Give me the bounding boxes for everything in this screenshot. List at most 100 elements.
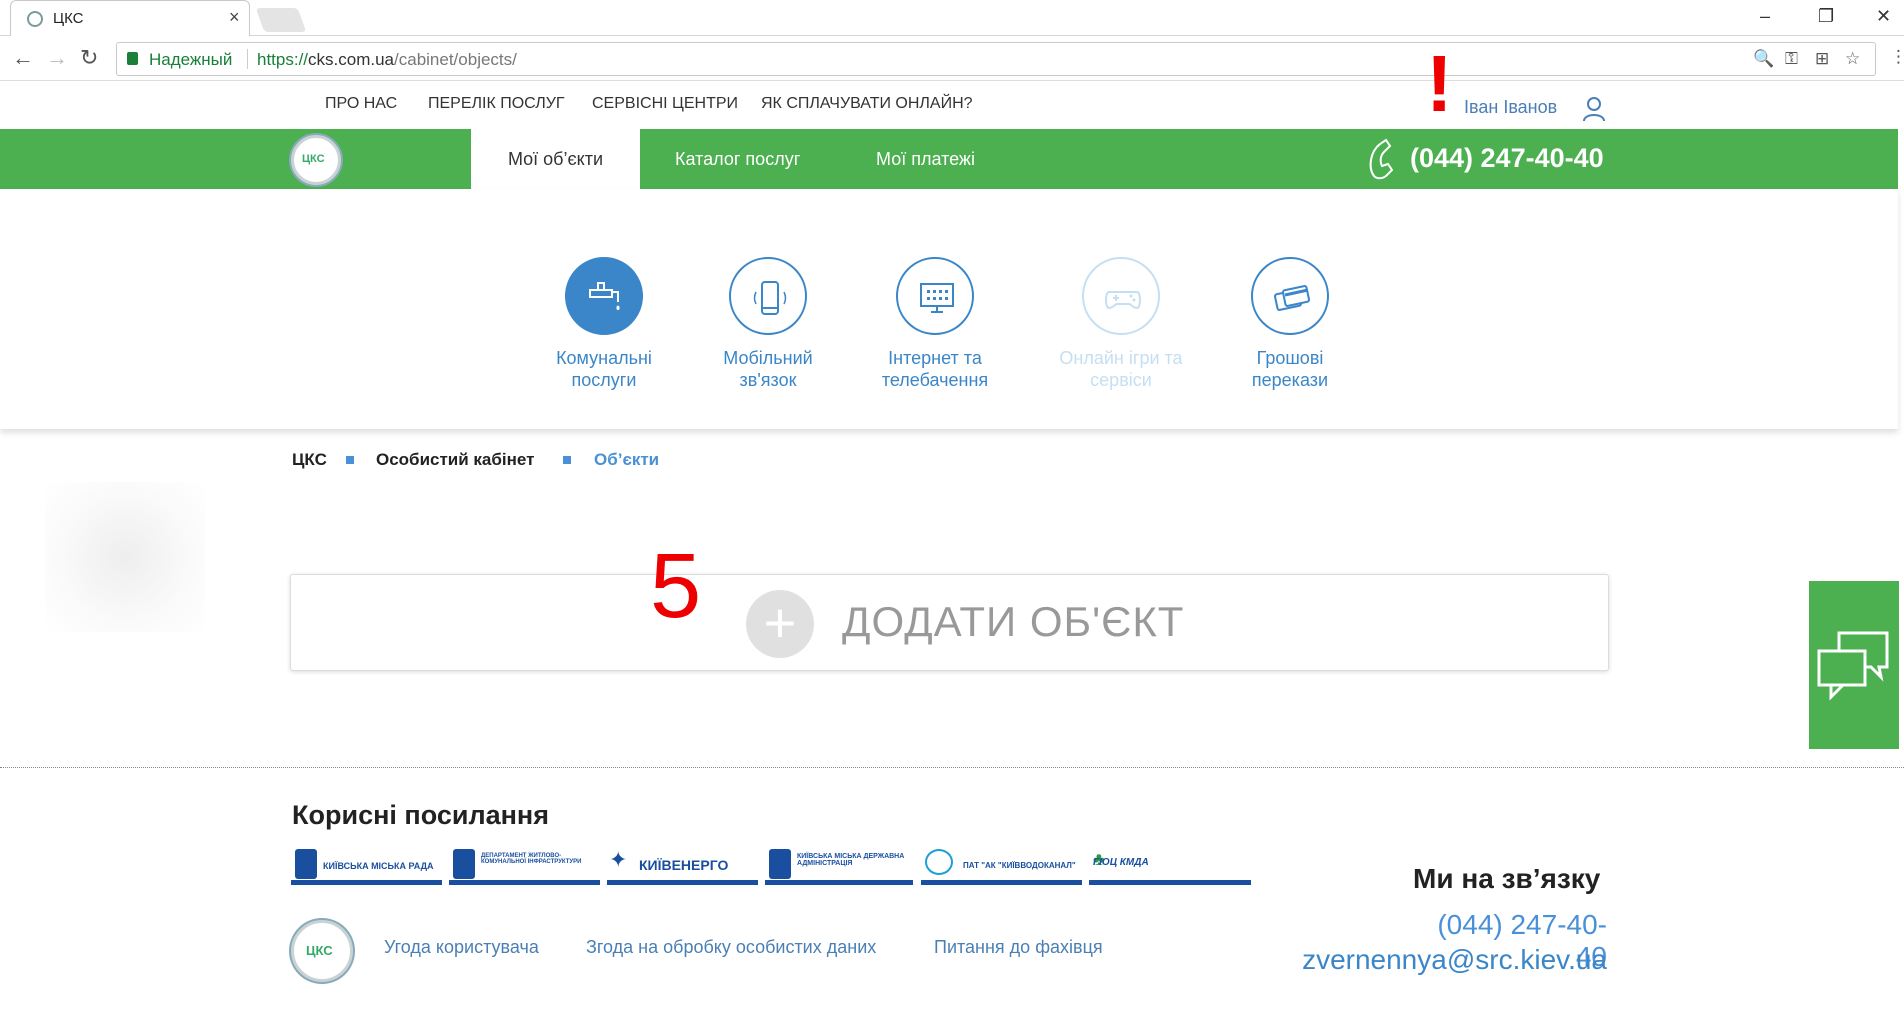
category-mobile-circle (729, 257, 807, 335)
menu-service-centers[interactable]: СЕРВІСНІ ЦЕНТРИ (592, 95, 738, 113)
link-user-agreement[interactable]: Угода користувача (384, 937, 539, 958)
partner-label: ГІОЦ КМДА (1093, 857, 1149, 868)
tab-close-icon[interactable]: × (229, 7, 240, 28)
restore-icon[interactable]: ❐ (1818, 6, 1834, 27)
bookmark-star-icon[interactable]: ☆ (1845, 49, 1860, 69)
url-text[interactable]: https://cks.com.ua/cabinet/objects/ (257, 50, 517, 70)
site-logo[interactable]: ЦКС (291, 135, 341, 185)
footer-logo[interactable]: ЦКС (291, 920, 353, 982)
partner-label: ПАТ "АК "КИЇВВОДОКАНАЛ" (963, 861, 1076, 870)
category-mobile-label-1: Мобільний (723, 348, 813, 368)
monitor-icon (920, 283, 954, 313)
category-money-transfers-circle (1251, 257, 1329, 335)
address-bar[interactable]: Надежный https://cks.com.ua/cabinet/obje… (116, 42, 1876, 76)
menu-services-list[interactable]: ПЕРЕЛІК ПОСЛУГ (428, 95, 565, 113)
omnibox-separator (247, 49, 248, 69)
url-host: cks.com.ua (308, 50, 395, 69)
zoom-icon[interactable]: 🔍 (1753, 49, 1774, 69)
contact-title: Ми на зв’язку (1413, 863, 1601, 894)
tab-my-payments[interactable]: Мої платежі (876, 129, 975, 189)
partner-housing-department[interactable]: ДЕПАРТАМЕНТ ЖИТЛОВО-КОМУНАЛЬНОЇ ІНФРАСТР… (449, 847, 600, 885)
breadcrumb-home[interactable]: ЦКС (292, 450, 327, 470)
back-icon[interactable]: ← (12, 45, 34, 71)
url-path: /cabinet/objects/ (394, 50, 517, 69)
plus-icon[interactable]: + (746, 590, 814, 658)
reload-icon[interactable]: ↻ (80, 45, 98, 71)
new-tab-button[interactable] (255, 8, 307, 32)
tab-my-objects[interactable]: Мої об’єкти (471, 129, 640, 189)
category-money-transfers[interactable]: Грошові перекази (1215, 257, 1365, 391)
smartphone-icon (753, 281, 787, 315)
menu-about[interactable]: ПРО НАС (325, 95, 397, 113)
footer-logo-text: ЦКС (306, 943, 333, 958)
user-name-link[interactable]: Іван Іванов (1464, 97, 1557, 118)
phone-icon (1369, 138, 1394, 180)
category-money-transfers-label-1: Грошові (1256, 348, 1324, 368)
blurred-element (45, 482, 205, 632)
gamepad-icon (1105, 291, 1141, 310)
url-protocol: https:// (257, 50, 309, 69)
add-object-label[interactable]: ДОДАТИ ОБ'ЄКТ (842, 598, 1184, 646)
breadcrumb-separator (346, 456, 354, 464)
partner-kyivenergo[interactable]: ✦ КИЇВЕНЕРГО (607, 847, 758, 885)
category-internet-tv-label-2: телебачення (881, 370, 989, 390)
water-logo-icon (925, 849, 953, 875)
user-icon[interactable] (1582, 96, 1606, 122)
category-mobile-label-2: зв'язок (739, 370, 797, 390)
partner-label: ДЕПАРТАМЕНТ ЖИТЛОВО-КОМУНАЛЬНОЇ ІНФРАСТР… (481, 853, 582, 865)
secure-label: Надежный (149, 50, 233, 69)
window-close-icon[interactable]: ✕ (1876, 6, 1891, 27)
browser-tab[interactable]: ЦКС × (10, 0, 250, 36)
logo-text: ЦКС (302, 153, 325, 165)
contact-email[interactable]: zvernennya@src.kiev.ua (1280, 944, 1607, 976)
category-online-games-circle (1082, 257, 1160, 335)
tab-title: ЦКС (53, 10, 84, 27)
category-utilities-circle (565, 257, 643, 335)
category-internet-tv-circle (896, 257, 974, 335)
breadcrumb-separator (563, 456, 571, 464)
star-logo-icon: ✦ (609, 847, 628, 872)
partner-label: КИЇВСЬКА МІСЬКА РАДА (323, 861, 434, 871)
category-online-games[interactable]: Онлайн ігри та сервіси (1046, 257, 1196, 391)
favicon-icon (27, 11, 43, 27)
browser-menu-icon[interactable]: ⋮ (1890, 47, 1904, 67)
coat-of-arms-icon (295, 849, 317, 879)
header-phone[interactable]: (044) 247-40-40 (1410, 143, 1604, 174)
chat-widget[interactable] (1809, 581, 1899, 749)
category-mobile[interactable]: Мобільний зв'язок (693, 257, 843, 391)
faucet-icon (589, 282, 620, 310)
partner-label: КИЇВЕНЕРГО (639, 857, 729, 873)
annotation-number: 5 (650, 535, 702, 637)
minimize-icon[interactable]: – (1760, 6, 1770, 27)
chat-bubbles-icon (1817, 631, 1889, 701)
cards-icon (1273, 285, 1311, 311)
coat-of-arms-icon (769, 849, 791, 879)
category-online-games-label-1: Онлайн ігри та (1059, 348, 1183, 368)
category-utilities-label-1: Комунальні (556, 348, 652, 368)
category-internet-tv[interactable]: Інтернет та телебачення (860, 257, 1010, 391)
annotation-exclamation: ! (1426, 39, 1453, 128)
lock-icon (127, 52, 138, 65)
link-data-consent[interactable]: Згода на обробку особистих даних (586, 937, 876, 958)
breadcrumb-current: Об’єкти (594, 450, 660, 469)
partner-gioc[interactable]: ♣ ГІОЦ КМДА (1089, 847, 1251, 885)
partner-kmda[interactable]: КИЇВСЬКА МІСЬКА ДЕРЖАВНА АДМІНІСТРАЦІЯ (765, 847, 913, 885)
menu-how-to-pay[interactable]: ЯК СПЛАЧУВАТИ ОНЛАЙН? (761, 95, 973, 113)
partner-kyivvodokanal[interactable]: ПАТ "АК "КИЇВВОДОКАНАЛ" (921, 847, 1082, 885)
category-utilities-label-2: послуги (571, 370, 637, 390)
tab-services-catalog[interactable]: Каталог послуг (675, 129, 800, 189)
browser-tab-bar: ЦКС × – ❐ ✕ (0, 0, 1904, 36)
forward-icon[interactable]: → (46, 45, 68, 71)
partner-label: КИЇВСЬКА МІСЬКА ДЕРЖАВНА АДМІНІСТРАЦІЯ (797, 853, 905, 867)
breadcrumb-cabinet[interactable]: Особистий кабінет (376, 450, 534, 470)
category-money-transfers-label-2: перекази (1251, 370, 1329, 390)
link-ask-specialist[interactable]: Питання до фахівця (934, 937, 1103, 958)
partner-kyiv-city-council[interactable]: КИЇВСЬКА МІСЬКА РАДА (291, 847, 442, 885)
key-icon[interactable]: ⚿ (1785, 49, 1798, 69)
translate-icon[interactable]: ⊞ (1815, 49, 1829, 69)
coat-of-arms-icon (453, 849, 475, 879)
browser-toolbar: ← → ↻ Надежный https://cks.com.ua/cabine… (0, 37, 1904, 81)
category-online-games-label-2: сервіси (1090, 370, 1152, 390)
footer-divider (0, 767, 1904, 768)
category-utilities[interactable]: Комунальні послуги (529, 257, 679, 391)
